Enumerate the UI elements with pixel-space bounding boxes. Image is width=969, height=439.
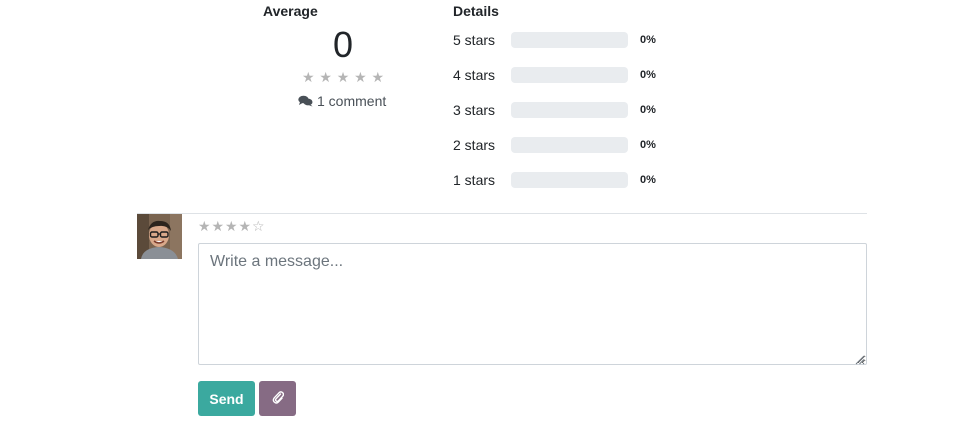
rating-progress-bar xyxy=(511,172,628,188)
rating-row-label: 2 stars xyxy=(453,137,496,153)
composer-star-rating[interactable]: ★ ★ ★ ★ ☆ xyxy=(198,218,266,234)
comment-count-label: 1 comment xyxy=(317,93,387,109)
rating-row-percent: 0% xyxy=(640,104,656,116)
star-filled-icon[interactable]: ★ xyxy=(225,218,239,234)
star-empty-icon[interactable]: ☆ xyxy=(252,218,266,234)
star-filled-icon[interactable]: ★ xyxy=(198,218,212,234)
star-filled-icon[interactable]: ★ xyxy=(239,218,253,234)
average-star-rating: ★ ★ ★ ★ ★ xyxy=(302,69,384,85)
star-icon: ★ xyxy=(336,69,350,85)
rating-row-percent: 0% xyxy=(640,174,656,186)
rating-progress-bar xyxy=(511,32,628,48)
rating-progress-bar xyxy=(511,137,628,153)
rating-row-1[interactable]: 1 stars 0% xyxy=(453,170,656,190)
rating-progress-bar xyxy=(511,67,628,83)
rating-row-label: 3 stars xyxy=(453,102,496,118)
rating-row-label: 1 stars xyxy=(453,172,496,188)
rating-progress-bar xyxy=(511,102,628,118)
star-icon: ★ xyxy=(371,69,384,85)
rating-row-label: 4 stars xyxy=(453,67,496,83)
send-button[interactable]: Send xyxy=(198,381,255,416)
rating-row-3[interactable]: 3 stars 0% xyxy=(453,100,656,120)
average-heading: Average xyxy=(263,3,318,19)
average-rating-value: 0 xyxy=(332,24,354,65)
rating-row-4[interactable]: 4 stars 0% xyxy=(453,65,656,85)
details-heading: Details xyxy=(453,3,499,19)
comments-icon xyxy=(298,95,313,107)
star-icon: ★ xyxy=(302,69,315,85)
star-icon: ★ xyxy=(319,69,332,85)
rating-row-2[interactable]: 2 stars 0% xyxy=(453,135,656,155)
star-filled-icon[interactable]: ★ xyxy=(212,218,226,234)
message-input[interactable] xyxy=(198,243,867,365)
user-avatar xyxy=(137,214,182,259)
attach-button[interactable] xyxy=(259,381,296,416)
rating-row-percent: 0% xyxy=(640,139,656,151)
section-divider xyxy=(137,213,867,214)
star-icon: ★ xyxy=(354,69,367,85)
rating-row-5[interactable]: 5 stars 0% xyxy=(453,30,656,50)
rating-row-percent: 0% xyxy=(640,69,656,81)
paperclip-icon xyxy=(272,390,284,407)
resize-handle-icon[interactable] xyxy=(854,352,865,370)
rating-row-percent: 0% xyxy=(640,34,656,46)
comment-count: 1 comment xyxy=(298,93,386,109)
rating-row-label: 5 stars xyxy=(453,32,496,48)
